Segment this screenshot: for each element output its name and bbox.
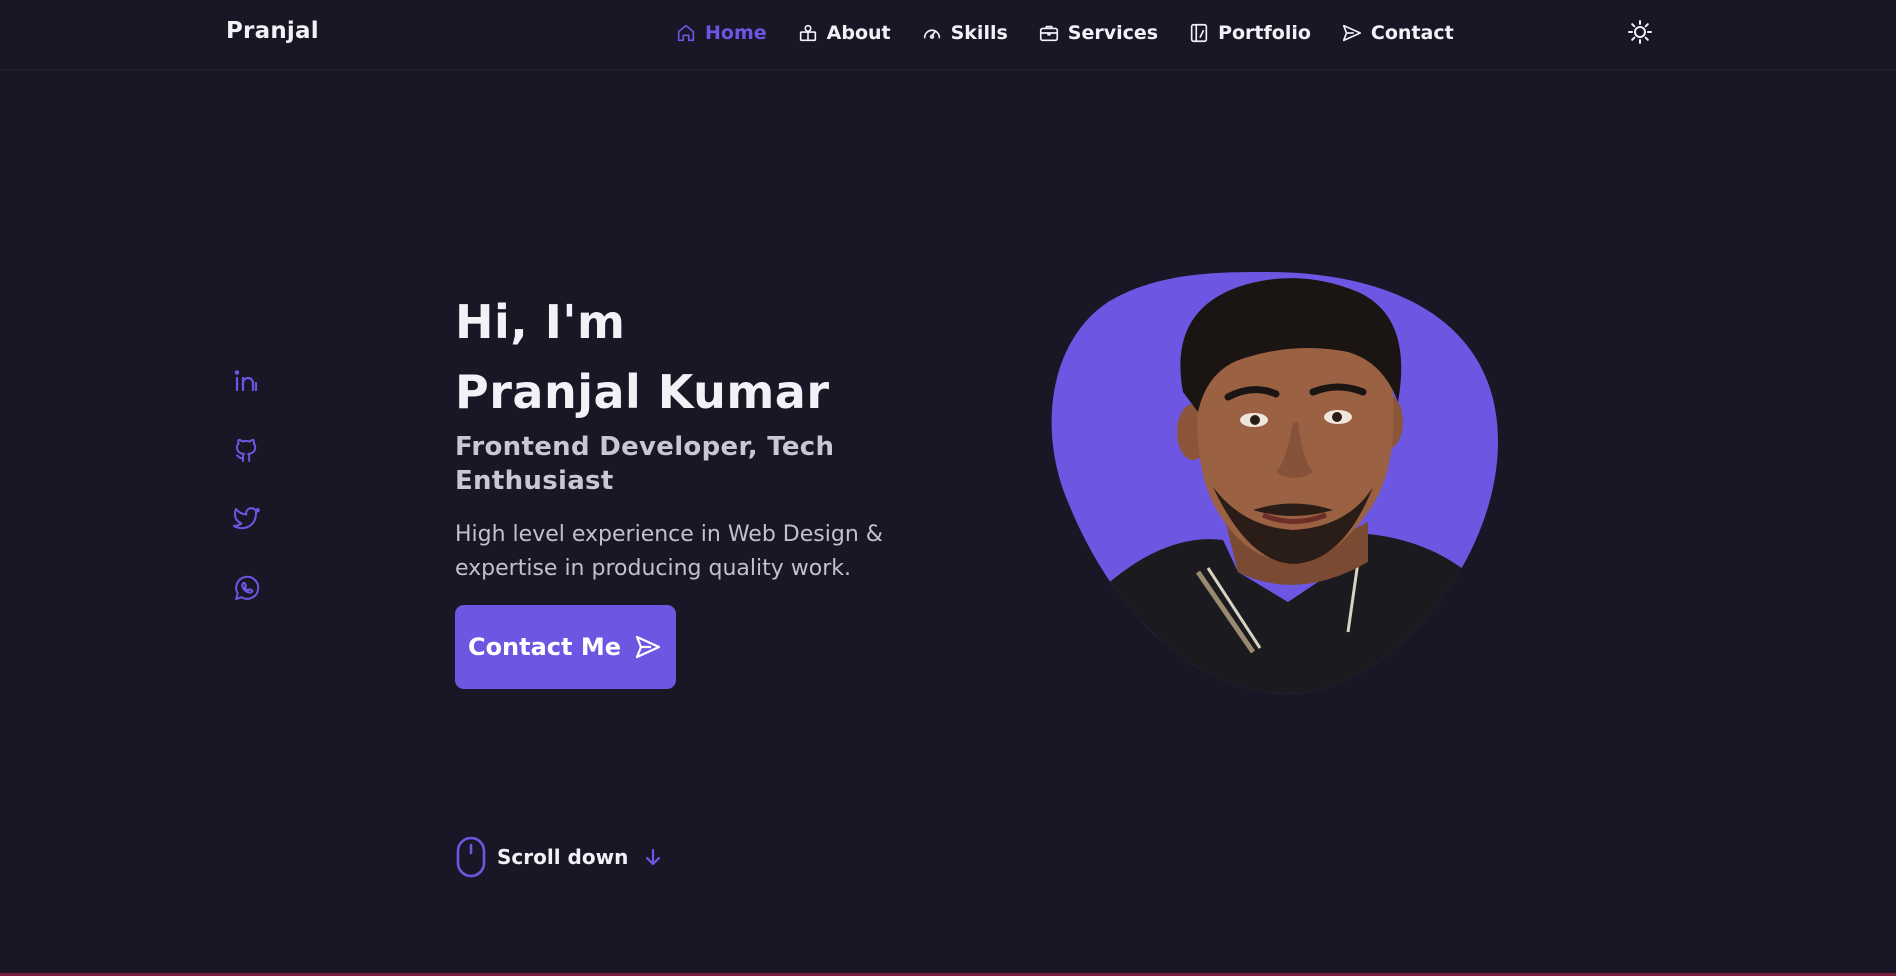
theme-toggle-button[interactable] <box>1627 19 1653 45</box>
nav-label: Skills <box>950 22 1008 44</box>
whatsapp-link[interactable] <box>232 573 262 603</box>
profile-photo <box>1048 272 1498 694</box>
hero-content: Hi, I'm Pranjal Kumar Frontend Developer… <box>455 292 975 586</box>
send-icon <box>635 635 661 659</box>
github-icon <box>236 438 257 462</box>
sun-icon <box>1628 20 1652 44</box>
mouse-icon <box>456 836 486 878</box>
nav-item-portfolio[interactable]: Portfolio <box>1188 18 1311 48</box>
twitter-icon <box>233 507 260 530</box>
portfolio-icon <box>1190 23 1208 43</box>
arrow-down-icon <box>646 848 661 866</box>
nav-item-home[interactable]: Home <box>675 18 767 48</box>
nav-label: Portfolio <box>1218 22 1311 44</box>
twitter-link[interactable] <box>232 504 262 534</box>
social-links <box>232 366 262 642</box>
home-icon <box>677 24 695 42</box>
gauge-icon <box>923 29 940 39</box>
send-icon <box>1342 24 1361 42</box>
hero-description: High level experience in Web Design & ex… <box>455 522 883 581</box>
user-icon <box>799 24 816 42</box>
hero-greeting: Hi, I'm <box>455 295 626 349</box>
nav-item-services[interactable]: Services <box>1038 18 1158 48</box>
site-logo[interactable]: Pranjal <box>226 18 319 44</box>
contact-me-label: Contact Me <box>467 633 622 661</box>
github-link[interactable] <box>232 435 262 465</box>
nav-label: Services <box>1067 22 1159 44</box>
nav-item-about[interactable]: About <box>797 18 891 48</box>
nav-item-contact[interactable]: Contact <box>1341 18 1454 48</box>
site-header: Pranjal Home About Skills Services Portf… <box>0 0 1896 70</box>
nav-item-skills[interactable]: Skills <box>921 18 1008 48</box>
contact-me-button[interactable]: Contact Me <box>455 605 676 689</box>
hero-name: Pranjal Kumar <box>455 365 830 419</box>
nav-label: Contact <box>1370 22 1454 44</box>
linkedin-icon <box>234 370 258 392</box>
whatsapp-icon <box>235 575 260 600</box>
briefcase-icon <box>1039 25 1058 42</box>
profile-photo-blob <box>1051 272 1498 694</box>
linkedin-link[interactable] <box>232 366 262 396</box>
nav-label: Home <box>705 22 767 44</box>
main-nav: Home About Skills Services Portfolio Con… <box>675 18 1484 48</box>
nav-label: About <box>826 22 891 44</box>
hero-subtitle: Frontend Developer, Tech Enthusiast <box>455 432 835 496</box>
scroll-down-link[interactable]: Scroll down <box>455 836 664 878</box>
scroll-down-label: Scroll down <box>497 845 629 869</box>
